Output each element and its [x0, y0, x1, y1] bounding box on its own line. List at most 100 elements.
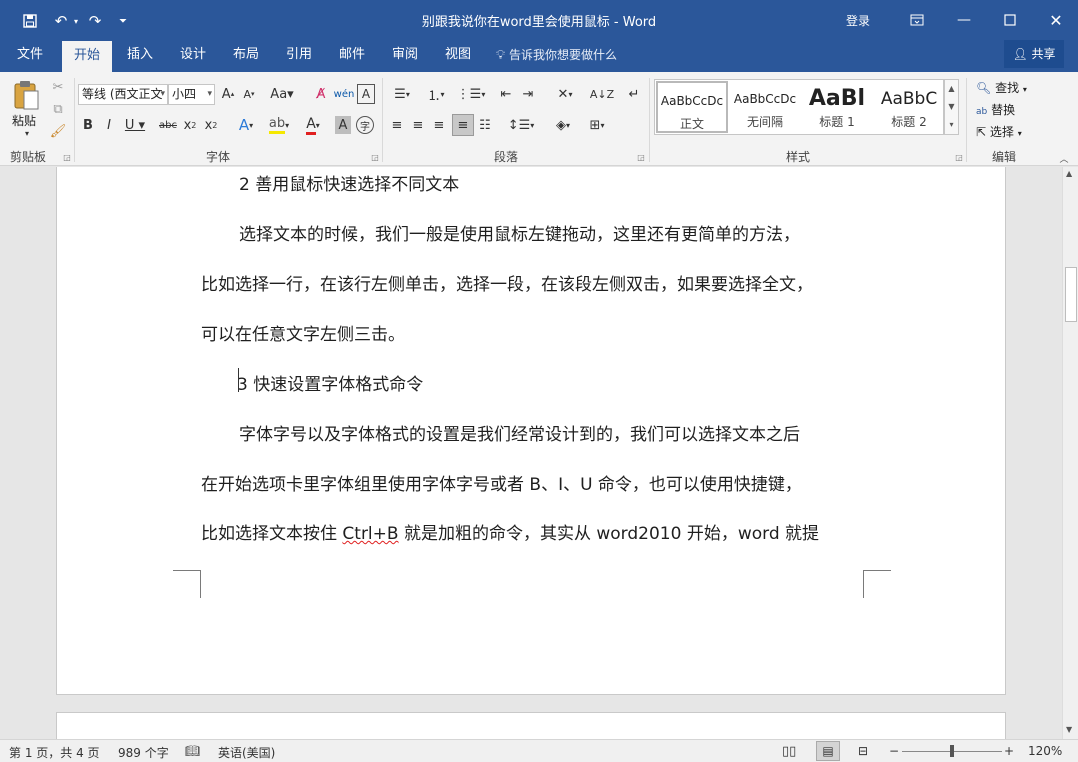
- show-marks-icon[interactable]: ↵: [624, 84, 644, 104]
- character-border-icon[interactable]: A: [357, 84, 375, 104]
- highlight-color-icon[interactable]: ab ▾: [264, 115, 294, 135]
- paragraph-launcher-icon[interactable]: ◲: [636, 152, 646, 162]
- font-size-combo[interactable]: 小四 ▾: [168, 84, 215, 105]
- line-spacing-icon[interactable]: ↕☰ ▾: [506, 115, 536, 135]
- scroll-down-icon[interactable]: ▼: [1066, 725, 1072, 734]
- tell-me-search[interactable]: 💡︎ 告诉我你想要做什么: [496, 40, 617, 72]
- tab-file[interactable]: 文件: [8, 40, 52, 72]
- collapse-ribbon-icon[interactable]: ︿: [1058, 152, 1070, 165]
- justify-icon[interactable]: ≡: [452, 114, 474, 136]
- style-heading-1[interactable]: AaBl 标题 1: [801, 81, 873, 133]
- doc-line: 比如选择文本按住 Ctrl+B 就是加粗的命令，其实从 word2010 开始，…: [201, 519, 819, 544]
- strikethrough-icon[interactable]: abc: [157, 115, 179, 135]
- tab-review[interactable]: 审阅: [383, 40, 427, 72]
- align-left-icon[interactable]: ≡: [388, 115, 406, 135]
- multilevel-list-icon[interactable]: ⋮☰ ▾: [456, 84, 486, 104]
- find-button[interactable]: 🔍︎ 查找 ▾: [976, 78, 1027, 98]
- vertical-scrollbar[interactable]: ▲ ▼: [1062, 167, 1078, 739]
- numbering-icon[interactable]: ⒈ ▾: [422, 84, 450, 104]
- shrink-font-icon[interactable]: A ▾: [240, 84, 258, 104]
- zoom-in-icon[interactable]: +: [1004, 744, 1014, 758]
- style-normal[interactable]: AaBbCcDc 正文: [656, 81, 728, 133]
- share-button[interactable]: 👤︎ 共享: [1004, 40, 1064, 68]
- language-indicator[interactable]: 英语(美国): [218, 744, 275, 761]
- clipboard-launcher-icon[interactable]: ◲: [62, 152, 72, 162]
- proofing-icon[interactable]: 📖︎: [185, 744, 200, 758]
- clear-formatting-icon[interactable]: A̸: [312, 84, 330, 104]
- style-no-spacing[interactable]: AaBbCcDc 无间隔: [729, 81, 801, 133]
- italic-icon[interactable]: I: [101, 115, 117, 135]
- tab-layout[interactable]: 布局: [224, 40, 268, 72]
- search-icon: 🔍︎: [976, 81, 992, 95]
- bullets-icon[interactable]: ☰ ▾: [388, 84, 416, 104]
- format-painter-icon[interactable]: 🖌︎: [49, 122, 67, 140]
- sort-icon[interactable]: A↓Z: [590, 84, 614, 104]
- tab-view[interactable]: 视图: [436, 40, 480, 72]
- replace-button[interactable]: ab 替换: [976, 100, 1015, 120]
- change-case-icon[interactable]: Aa▾: [268, 84, 296, 104]
- zoom-level[interactable]: 120%: [1028, 744, 1062, 758]
- tab-insert[interactable]: 插入: [118, 40, 162, 72]
- paste-dropdown-icon[interactable]: ▾: [22, 128, 32, 138]
- styles-launcher-icon[interactable]: ◲: [954, 152, 964, 162]
- scrollbar-thumb[interactable]: [1065, 267, 1077, 322]
- style-name: 无间隔: [746, 115, 783, 129]
- zoom-out-icon[interactable]: −: [889, 744, 899, 758]
- font-name-combo[interactable]: 等线 (西文正文 ▾: [78, 84, 168, 105]
- cut-icon[interactable]: ✂: [49, 78, 67, 96]
- page-count[interactable]: 第 1 页，共 4 页: [9, 744, 100, 761]
- style-heading-2[interactable]: AaBbC 标题 2: [873, 81, 945, 133]
- font-launcher-icon[interactable]: ◲: [370, 152, 380, 162]
- maximize-button[interactable]: [988, 6, 1032, 34]
- tab-design[interactable]: 设计: [171, 40, 215, 72]
- align-right-icon[interactable]: ≡: [430, 115, 448, 135]
- document-page-2[interactable]: [56, 712, 1006, 739]
- underline-icon[interactable]: U ▾: [122, 115, 148, 135]
- minimize-button[interactable]: —: [942, 6, 986, 34]
- font-name-value: 等线 (西文正文: [82, 87, 163, 101]
- copy-icon[interactable]: ⧉: [49, 100, 67, 118]
- align-center-icon[interactable]: ≡: [409, 115, 427, 135]
- paste-icon[interactable]: [10, 78, 42, 112]
- increase-indent-icon[interactable]: ⇥: [518, 84, 538, 104]
- login-link[interactable]: 登录: [846, 12, 870, 29]
- decrease-indent-icon[interactable]: ⇤: [496, 84, 516, 104]
- lightbulb-icon: 💡︎: [496, 48, 506, 63]
- doc-line: 在开始选项卡里字体组里使用字体字号或者 B、I、U 命令，也可以使用快捷键，: [201, 475, 802, 495]
- scroll-up-icon[interactable]: ▲: [1066, 169, 1072, 178]
- paragraph-group-label: 段落: [494, 150, 519, 164]
- bold-icon[interactable]: B: [80, 115, 96, 135]
- web-layout-icon[interactable]: ⊟: [858, 744, 868, 758]
- read-mode-icon[interactable]: ▯▯: [782, 744, 796, 759]
- subscript-icon[interactable]: x2: [181, 115, 199, 135]
- document-page[interactable]: 2 善用鼠标快速选择不同文本 选择文本的时候，我们一般是使用鼠标左键拖动，这里还…: [56, 167, 1006, 695]
- more-icon[interactable]: ▾: [945, 116, 958, 134]
- enclose-characters-icon[interactable]: 字: [356, 116, 374, 134]
- tab-mailings[interactable]: 邮件: [330, 40, 374, 72]
- zoom-slider-thumb[interactable]: [950, 745, 954, 757]
- superscript-icon[interactable]: x2: [202, 115, 220, 135]
- styles-group-label: 样式: [786, 150, 811, 164]
- print-layout-icon[interactable]: ▤: [816, 741, 840, 761]
- font-group-label: 字体: [206, 150, 231, 164]
- font-color-icon[interactable]: A ▾: [298, 115, 328, 135]
- scroll-down-icon[interactable]: ▼: [945, 98, 958, 116]
- close-button[interactable]: ✕: [1034, 6, 1078, 34]
- phonetic-guide-icon[interactable]: wén: [334, 84, 355, 104]
- grow-font-icon[interactable]: A ▴: [219, 84, 237, 104]
- select-button[interactable]: ⇱ 选择 ▾: [976, 122, 1022, 142]
- word-count[interactable]: 989 个字: [118, 744, 169, 761]
- character-shading-icon[interactable]: A: [335, 116, 351, 134]
- paste-label[interactable]: 粘贴: [12, 112, 36, 129]
- tab-home[interactable]: 开始: [62, 41, 112, 72]
- title-bar: ↶ ▾ ↷ ⏷ 别跟我说你在word里会使用鼠标 - Word 登录 — ✕: [0, 0, 1078, 40]
- tab-references[interactable]: 引用: [277, 40, 321, 72]
- text-effects-icon[interactable]: A ▾: [232, 115, 260, 135]
- shading-icon[interactable]: ◈ ▾: [548, 115, 578, 135]
- borders-icon[interactable]: ⊞ ▾: [582, 115, 612, 135]
- styles-gallery-scroll[interactable]: ▲ ▼ ▾: [944, 79, 959, 135]
- chinese-layout-icon[interactable]: ✕ ▾: [550, 84, 580, 104]
- scroll-up-icon[interactable]: ▲: [945, 80, 958, 98]
- ribbon-display-options-icon[interactable]: [895, 6, 939, 34]
- distributed-icon[interactable]: ☷: [476, 115, 494, 135]
